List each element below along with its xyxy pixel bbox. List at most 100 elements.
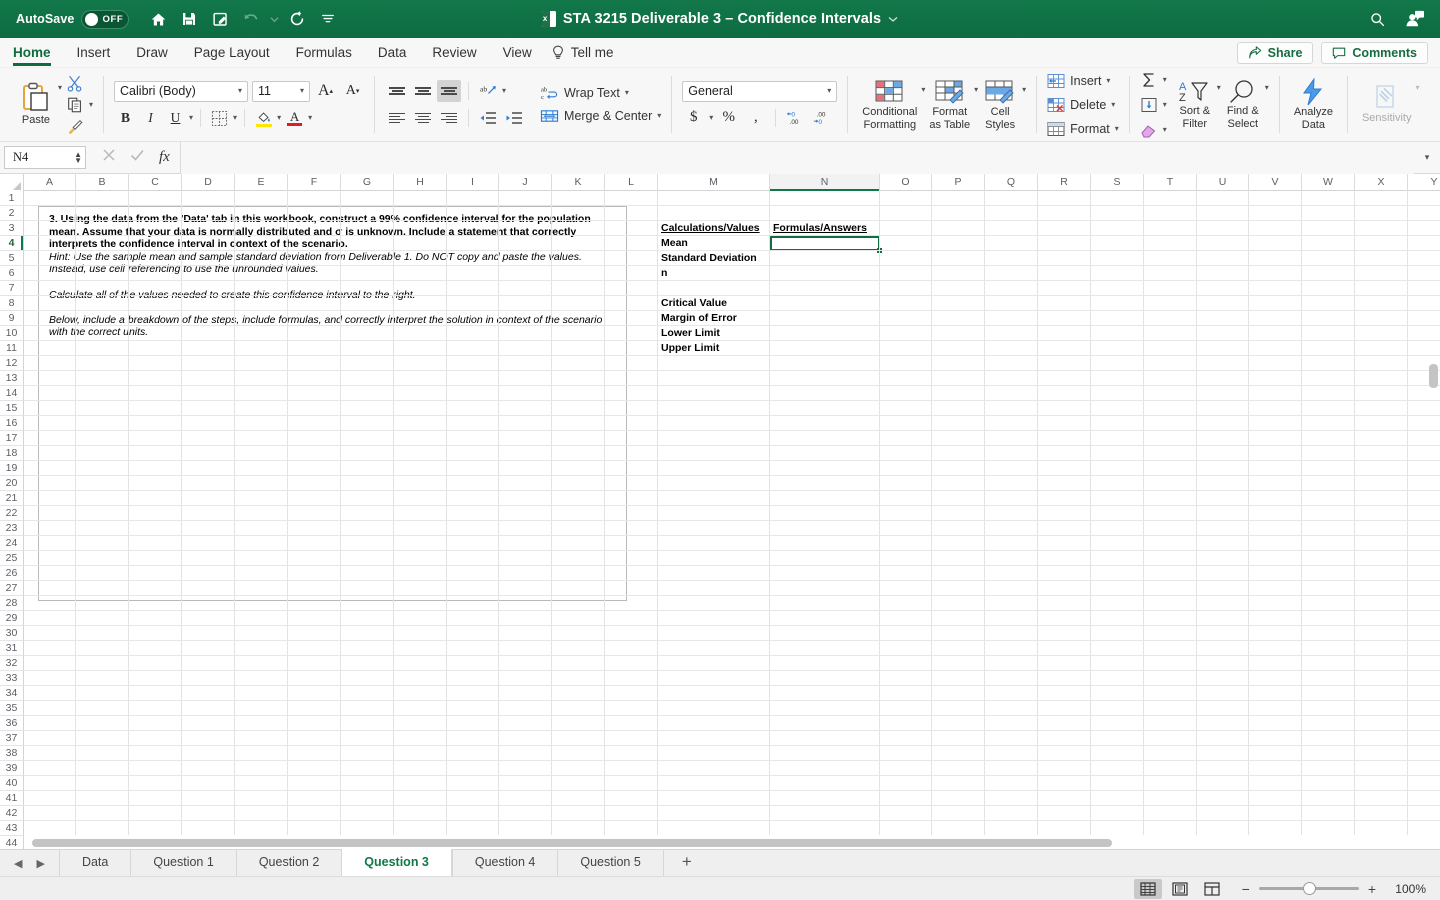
align-middle-button[interactable]: [411, 80, 435, 102]
column-header-r[interactable]: R: [1038, 174, 1091, 191]
decrease-indent-button[interactable]: [476, 107, 500, 129]
row-header-15[interactable]: 15: [0, 401, 24, 416]
cell-m5[interactable]: Standard Deviation: [661, 251, 757, 266]
row-header-18[interactable]: 18: [0, 446, 24, 461]
row-header-14[interactable]: 14: [0, 386, 24, 401]
column-header-t[interactable]: T: [1144, 174, 1197, 191]
tab-home[interactable]: Home: [0, 38, 64, 68]
font-color-button[interactable]: A: [283, 107, 306, 129]
fx-icon[interactable]: fx: [159, 149, 170, 166]
decrease-decimal-button[interactable]: .00 0: [811, 107, 834, 129]
wrap-text-button[interactable]: ab c Wrap Text ▾: [540, 85, 661, 102]
home-icon[interactable]: [143, 4, 173, 34]
column-header-i[interactable]: I: [447, 174, 499, 191]
cancel-icon[interactable]: [102, 148, 116, 167]
search-icon[interactable]: [1362, 4, 1392, 34]
autosum-button[interactable]: ▾: [1140, 69, 1167, 91]
cell-m4[interactable]: Mean: [661, 236, 688, 251]
format-painter-button[interactable]: [66, 116, 93, 138]
align-bottom-button[interactable]: [437, 80, 462, 102]
clear-button[interactable]: ▾: [1140, 119, 1167, 141]
row-header-7[interactable]: 7: [0, 281, 24, 296]
row-header-29[interactable]: 29: [0, 611, 24, 626]
borders-dropdown-icon[interactable]: ▾: [233, 114, 237, 122]
row-header-39[interactable]: 39: [0, 761, 24, 776]
row-header-36[interactable]: 36: [0, 716, 24, 731]
row-header-8[interactable]: 8: [0, 296, 24, 311]
page-layout-icon[interactable]: [1166, 879, 1194, 899]
row-header-22[interactable]: 22: [0, 506, 24, 521]
cell-styles-button[interactable]: Cell Styles: [978, 76, 1022, 133]
align-top-button[interactable]: [385, 80, 409, 102]
zoom-control[interactable]: − +: [1242, 881, 1376, 897]
increase-font-size-button[interactable]: A ▴: [314, 80, 337, 102]
underline-dropdown-icon[interactable]: ▾: [189, 114, 193, 122]
row-header-23[interactable]: 23: [0, 521, 24, 536]
sheet-tab-question-2[interactable]: Question 2: [235, 849, 341, 876]
row-header-6[interactable]: 6: [0, 266, 24, 281]
copy-dropdown-icon[interactable]: ▾: [89, 100, 93, 109]
borders-button[interactable]: [208, 107, 231, 129]
column-header-s[interactable]: S: [1091, 174, 1144, 191]
column-header-p[interactable]: P: [932, 174, 985, 191]
wrap-text-dropdown-icon[interactable]: ▾: [625, 89, 629, 97]
italic-button[interactable]: I: [139, 107, 162, 129]
sheet-tab-question-3[interactable]: Question 3: [341, 849, 452, 876]
paste-button[interactable]: Paste: [14, 80, 58, 129]
tab-data[interactable]: Data: [365, 38, 420, 68]
orientation-button[interactable]: ab: [476, 80, 500, 102]
row-header-13[interactable]: 13: [0, 371, 24, 386]
row-header-28[interactable]: 28: [0, 596, 24, 611]
copy-button[interactable]: ▾: [66, 94, 93, 116]
tab-insert[interactable]: Insert: [64, 38, 124, 68]
orientation-dropdown-icon[interactable]: ▾: [502, 87, 506, 95]
next-sheet-icon[interactable]: ▶: [36, 857, 44, 870]
row-header-34[interactable]: 34: [0, 686, 24, 701]
align-left-button[interactable]: [385, 107, 409, 129]
row-header-5[interactable]: 5: [0, 251, 24, 266]
column-header-d[interactable]: D: [182, 174, 235, 191]
row-header-25[interactable]: 25: [0, 551, 24, 566]
account-icon[interactable]: [1400, 4, 1430, 34]
analyze-data-button[interactable]: Analyze Data: [1290, 76, 1337, 133]
add-sheet-button[interactable]: +: [662, 849, 710, 876]
zoom-out-button[interactable]: −: [1242, 881, 1250, 897]
merge-center-button[interactable]: Merge & Center ▾: [540, 108, 661, 125]
page-break-icon[interactable]: [1198, 879, 1226, 899]
prev-sheet-icon[interactable]: ◀: [14, 857, 22, 870]
sort-filter-button[interactable]: A Z Sort & Filter: [1173, 77, 1217, 132]
insert-dropdown-icon[interactable]: ▾: [1106, 76, 1110, 85]
row-header-31[interactable]: 31: [0, 641, 24, 656]
column-header-a[interactable]: A: [24, 174, 76, 191]
sheet-tab-data[interactable]: Data: [58, 849, 130, 876]
format-cells-button[interactable]: Format ▾: [1047, 118, 1119, 140]
row-header-12[interactable]: 12: [0, 356, 24, 371]
fill-button[interactable]: ▾: [1140, 94, 1167, 116]
name-box[interactable]: N4 ▲ ▼: [4, 146, 86, 169]
horizontal-scrollbar-thumb[interactable]: [32, 839, 1112, 847]
column-header-q[interactable]: Q: [985, 174, 1038, 191]
paste-dropdown-icon[interactable]: ▾: [58, 84, 62, 92]
fill-color-dropdown-icon[interactable]: ▾: [277, 114, 281, 122]
row-header-10[interactable]: 10: [0, 326, 24, 341]
find-select-dropdown-icon[interactable]: ▾: [1265, 84, 1269, 92]
row-header-9[interactable]: 9: [0, 311, 24, 326]
column-header-f[interactable]: F: [288, 174, 341, 191]
horizontal-scrollbar[interactable]: [24, 838, 1419, 848]
percent-format-button[interactable]: %: [717, 107, 740, 129]
share-button[interactable]: Share: [1236, 41, 1314, 64]
row-header-2[interactable]: 2: [0, 206, 24, 221]
column-header-k[interactable]: K: [552, 174, 605, 191]
cell-m6[interactable]: n: [661, 266, 667, 281]
increase-indent-button[interactable]: [502, 107, 526, 129]
tab-draw[interactable]: Draw: [123, 38, 181, 68]
cell-n3[interactable]: Formulas/Answers: [773, 221, 867, 236]
cell-styles-dropdown-icon[interactable]: ▾: [1022, 86, 1026, 94]
cell-m3[interactable]: Calculations/Values: [661, 221, 760, 236]
insert-cells-button[interactable]: Insert ▾: [1047, 70, 1119, 92]
row-header-19[interactable]: 19: [0, 461, 24, 476]
column-header-u[interactable]: U: [1197, 174, 1249, 191]
row-header-42[interactable]: 42: [0, 806, 24, 821]
zoom-in-button[interactable]: +: [1368, 881, 1376, 897]
column-header-h[interactable]: H: [394, 174, 447, 191]
